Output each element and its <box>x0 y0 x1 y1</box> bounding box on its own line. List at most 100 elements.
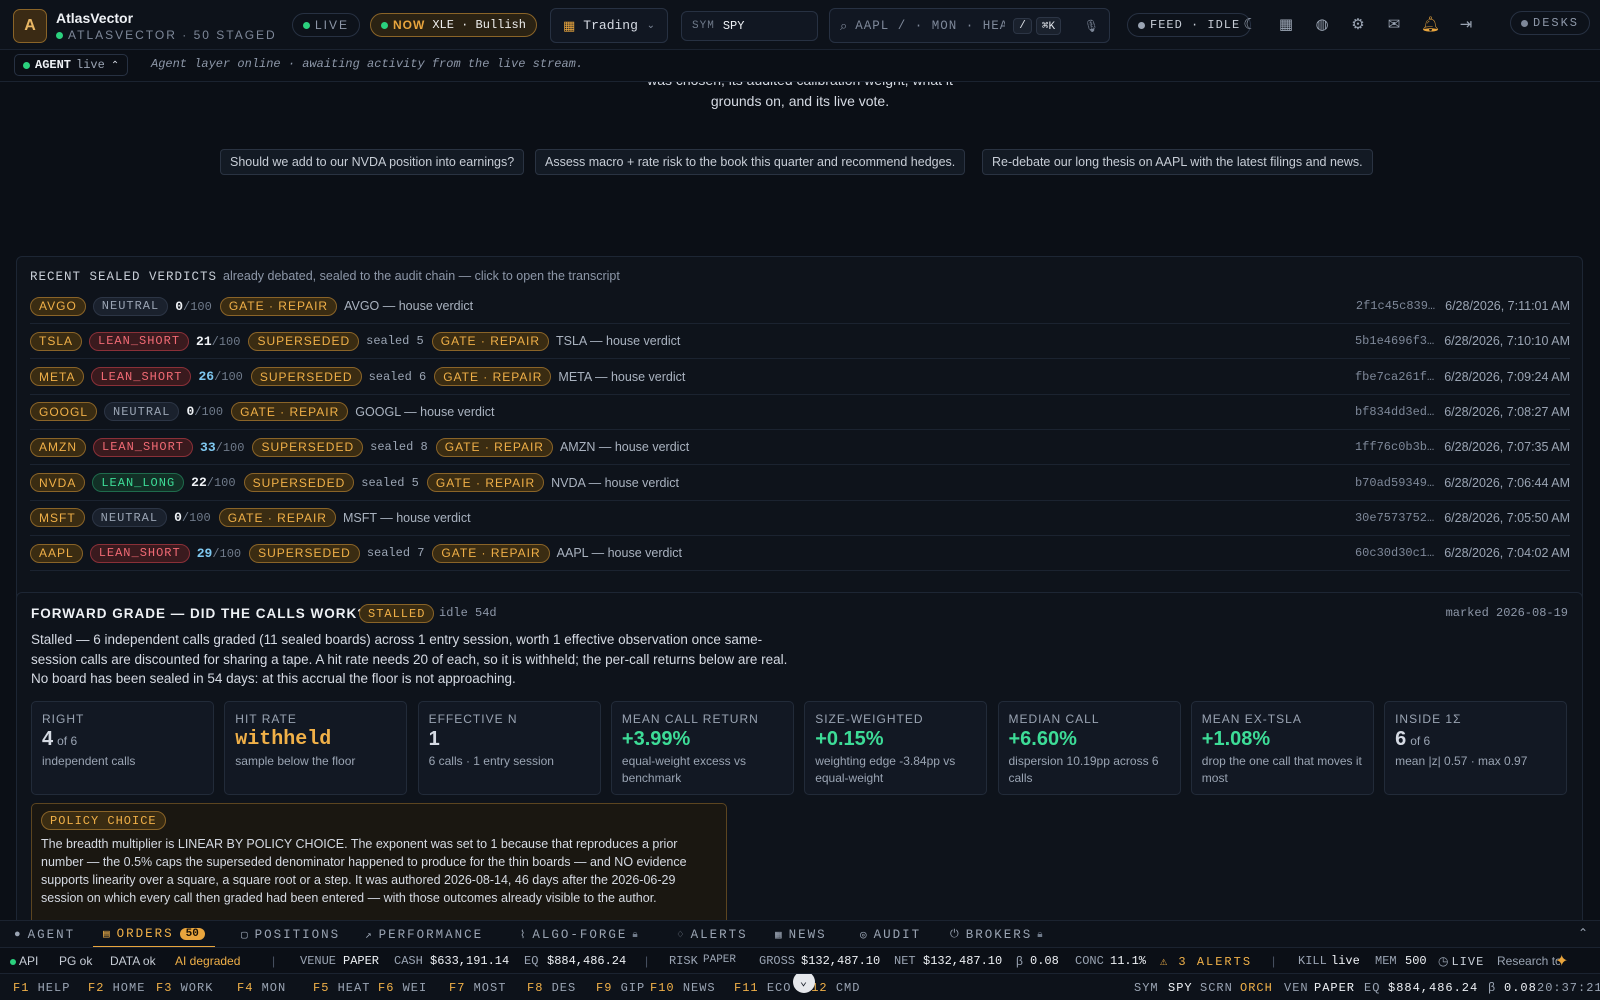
fkey-key: F4 <box>237 981 254 995</box>
fkey-f4[interactable]: F4 MON <box>237 981 286 995</box>
ticker-badge: AAPL <box>30 543 83 563</box>
search-input[interactable]: AAPL / · MON · HEAT <box>855 19 1005 33</box>
feed-status[interactable]: FEED · IDLE <box>1127 13 1252 37</box>
alerts-count[interactable]: ⚠ 3 ALERTS <box>1160 954 1252 969</box>
stat-card: HIT RATE withheld sample below the floor <box>224 701 408 795</box>
ticker-badge: NVDA <box>30 473 86 492</box>
tab-news[interactable]: ▦ NEWS <box>775 921 827 948</box>
fkey-f3[interactable]: F3 WORK <box>156 981 213 995</box>
stat-sub: equal-weight excess vs benchmark <box>621 754 746 785</box>
verdict-row[interactable]: GOOGL NEUTRAL 0/100 GATE · REPAIR GOOGL — ho… <box>30 395 1570 430</box>
fkey-f11[interactable]: F11 ECO <box>734 981 791 995</box>
globe-icon[interactable]: ◍ <box>1313 16 1331 34</box>
logout-icon[interactable]: ⇥ <box>1457 16 1475 34</box>
fkey-f5[interactable]: F5 HEAT <box>313 981 370 995</box>
net-label: NET <box>894 954 916 968</box>
gear-icon[interactable]: ⚙ <box>1349 16 1367 34</box>
tab-alerts[interactable]: ♢ ALERTS <box>677 921 748 948</box>
verdict-row[interactable]: TSLA LEAN_SHORT 21/100 SUPERSEDED sealed 5 GA… <box>30 324 1570 360</box>
app-name: AtlasVector <box>56 10 134 26</box>
stat-label: MEDIAN CALL <box>1008 712 1100 726</box>
stat-label: INSIDE 1Σ <box>1395 712 1462 726</box>
desk-mode-select[interactable]: ▦ Trading ⌄ <box>550 8 668 43</box>
moon-icon[interactable]: ☾ <box>1241 16 1259 34</box>
app-logo[interactable]: A <box>13 9 47 43</box>
policy-text: The breadth multiplier is LINEAR BY POLI… <box>41 837 687 905</box>
fkey-f1[interactable]: F1 HELP <box>13 981 70 995</box>
venue-label: VENUE <box>300 954 337 968</box>
microphone-icon[interactable]: 🎙 <box>1084 19 1099 33</box>
fkey-label: NEWS <box>682 981 716 995</box>
sealed-count: sealed 5 <box>361 475 419 490</box>
fkey-f2[interactable]: F2 HOME <box>88 981 145 995</box>
search-key-hint: / <box>1013 17 1032 34</box>
now-badge[interactable]: NOW XLE · Bullish <box>370 13 537 37</box>
research-tour-link[interactable]: Research tour <box>1497 954 1560 968</box>
verdict-meta: 2f1c45c839… 6/28/2026, 7:11:01 AM <box>1356 299 1570 313</box>
suggestion-chip[interactable]: Assess macro + rate risk to the book thi… <box>535 149 966 175</box>
risk-value: PAPER <box>703 954 737 966</box>
kill-value[interactable]: live <box>1331 954 1360 968</box>
function-key-bar: F1 HELP F2 HOME F3 WORK F4 MON F5 HEAT F6 WEI… <box>0 973 1600 1000</box>
tab-agent[interactable]: ● AGENT <box>14 921 75 948</box>
verdict-hash: 60c30d30c1… <box>1354 546 1435 561</box>
live-dot <box>303 21 310 29</box>
tab-audit[interactable]: ◎ AUDIT <box>860 921 921 948</box>
verdict-hash: 30e7573752… <box>1354 510 1435 525</box>
tab-brokers[interactable]: ⏻ BROKERS 🔒︎ <box>950 921 1045 948</box>
superseded-badge: SUPERSEDED <box>252 437 364 457</box>
verdict-row[interactable]: NVDA LEAN_LONG 22/100 SUPERSEDED sealed 5 GAT… <box>30 466 1570 501</box>
sealed-count: sealed 6 <box>368 369 427 384</box>
intro-line-1: was chosen, its audited calibration weig… <box>600 82 1000 91</box>
verdict-row[interactable]: AAPL LEAN_SHORT 29/100 SUPERSEDED sealed 7 GA… <box>30 536 1570 572</box>
fkey-label: HELP <box>37 981 71 995</box>
verdict-row[interactable]: MSFT NEUTRAL 0/100 GATE · REPAIR MSFT — hous… <box>30 501 1570 536</box>
stat-card: RIGHT 4 of 6 independent calls <box>31 701 214 795</box>
verdict-row[interactable]: AVGO NEUTRAL 0/100 GATE · REPAIR AVGO — hous… <box>30 289 1570 324</box>
fkey-f6[interactable]: F6 WEI <box>378 981 427 995</box>
agent-label: AGENT <box>35 58 72 72</box>
fkey-label: HOME <box>112 981 146 995</box>
grid-icon[interactable]: ▦ <box>1277 16 1295 34</box>
fkey-f7[interactable]: F7 MOST <box>449 981 506 995</box>
chevron-down-icon: ⌄ <box>646 20 655 31</box>
verdict-hash: 1ff76c0b3b… <box>1354 440 1435 455</box>
suggestion-chip[interactable]: Re-debate our long thesis on AAPL with t… <box>982 149 1373 175</box>
verdict-row[interactable]: META LEAN_SHORT 26/100 SUPERSEDED sealed 6 GA… <box>30 360 1570 395</box>
forward-grade-title: FORWARD GRADE — DID THE CALLS WORK? <box>31 606 367 621</box>
gate-badge: GATE · REPAIR <box>431 331 549 351</box>
tab-positions[interactable]: ▢ POSITIONS <box>241 921 340 948</box>
stance-badge: LEAN_LONG <box>92 473 185 492</box>
inbox-icon[interactable]: ✉ <box>1385 16 1403 34</box>
live-toggle[interactable]: LIVE <box>292 13 361 37</box>
tab-icon: ▢ <box>241 929 250 942</box>
verdict-row[interactable]: AMZN LEAN_SHORT 33/100 SUPERSEDED sealed 8 GA… <box>30 430 1570 466</box>
fkey-f9[interactable]: F9 GIP <box>596 981 645 995</box>
ticker-badge: MSFT <box>30 508 85 528</box>
symbol-input[interactable]: SYM SPY <box>681 11 818 41</box>
fkey-label: HEAT <box>337 981 371 995</box>
suggestion-chip[interactable]: Should we add to our NVDA position into … <box>220 149 525 175</box>
footer-eq-label: EQ <box>1364 981 1381 995</box>
sym-label: SYM <box>692 20 715 32</box>
tab-performance[interactable]: ↗ PERFORMANCE <box>365 921 483 948</box>
bell-icon[interactable]: 🔔︎ <box>1421 16 1440 34</box>
fkey-label: DES <box>551 981 577 995</box>
tab-algo-forge[interactable]: ⌇ ALGO-FORGE 🔒︎ <box>520 921 640 948</box>
cash-label: CASH <box>394 954 423 968</box>
command-shortcut-hint: ⌘K <box>1035 16 1062 35</box>
stat-sub: sample below the floor <box>235 754 356 768</box>
verdict-time: 6/28/2026, 7:07:35 AM <box>1444 440 1570 455</box>
sparkle-icon[interactable]: ✦ <box>1555 951 1568 971</box>
agent-toggle[interactable]: AGENT live ⌃ <box>14 54 129 76</box>
fkey-f10[interactable]: F10 NEWS <box>650 981 716 995</box>
desks-button[interactable]: DESKS <box>1510 11 1591 35</box>
forward-grade-panel: FORWARD GRADE — DID THE CALLS WORK? STAL… <box>16 592 1583 920</box>
search-box[interactable]: ⌕ AAPL / · MON · HEAT / ⌘K 🎙 <box>829 8 1110 43</box>
fkey-label: WEI <box>402 981 428 995</box>
chevron-up-icon[interactable]: ⌃ <box>1578 926 1588 940</box>
verdict-hash: 5b1e4696f3… <box>1354 334 1435 349</box>
fkey-f8[interactable]: F8 DES <box>527 981 576 995</box>
fkey-key: F7 <box>449 981 466 995</box>
tab-orders[interactable]: ▤ ORDERS 50 <box>93 921 215 948</box>
